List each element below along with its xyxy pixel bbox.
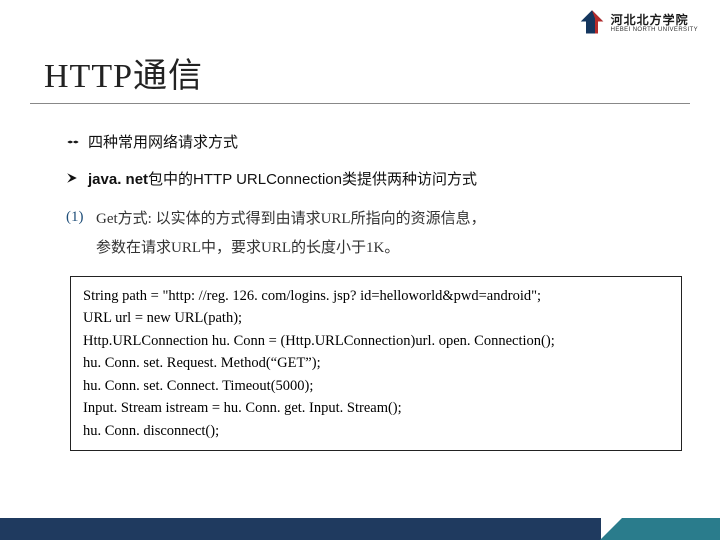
numbered-item-1: (1) Get方式: 以实体的方式得到由请求URL所指向的资源信息， 参数在请求… xyxy=(66,205,690,262)
logo-text: 河北北方学院 HEBEI NORTH UNIVERSITY xyxy=(611,14,698,33)
university-logo: 河北北方学院 HEBEI NORTH UNIVERSITY xyxy=(577,8,698,38)
code-line-6: Input. Stream istream = hu. Conn. get. I… xyxy=(83,397,669,419)
slide-body: 四种常用网络请求方式 java. net包中的HTTP URLConnectio… xyxy=(30,132,690,451)
title-en: HTTP xyxy=(44,58,133,95)
bottom-accent-bar xyxy=(0,518,720,540)
code-line-7: hu. Conn. disconnect(); xyxy=(83,420,669,442)
item-1-line1: Get方式: 以实体的方式得到由请求URL所指向的资源信息， xyxy=(96,211,486,227)
bullet-2-rest: 包中的HTTP URLConnection类提供两种访问方式 xyxy=(148,171,477,188)
arrow-bullet-icon xyxy=(66,169,88,184)
accent-teal xyxy=(600,518,720,540)
code-example-box: String path = "http: //reg. 126. com/log… xyxy=(70,276,682,451)
code-line-3: Http.URLConnection hu. Conn = (Http.URLC… xyxy=(83,330,669,352)
bullet-1-text: 四种常用网络请求方式 xyxy=(88,132,690,155)
bullet-2-text: java. net包中的HTTP URLConnection类提供两种访问方式 xyxy=(88,169,690,192)
logo-mark-icon xyxy=(577,8,607,38)
logo-en: HEBEI NORTH UNIVERSITY xyxy=(611,27,698,33)
item-1-body: Get方式: 以实体的方式得到由请求URL所指向的资源信息， 参数在请求URL中… xyxy=(96,205,690,262)
bullet-row-1: 四种常用网络请求方式 xyxy=(66,132,690,155)
slide: 河北北方学院 HEBEI NORTH UNIVERSITY HTTP通信 四种常… xyxy=(0,0,720,540)
page-title: HTTP通信 xyxy=(44,48,690,97)
code-line-2: URL url = new URL(path); xyxy=(83,307,669,329)
accent-navy xyxy=(0,518,601,540)
bullet-row-2: java. net包中的HTTP URLConnection类提供两种访问方式 xyxy=(66,169,690,192)
code-line-4: hu. Conn. set. Request. Method(“GET”); xyxy=(83,352,669,374)
item-1-number: (1) xyxy=(66,205,96,229)
logo-cn: 河北北方学院 xyxy=(611,14,698,26)
title-cn: 通信 xyxy=(133,57,203,95)
code-line-5: hu. Conn. set. Connect. Timeout(5000); xyxy=(83,375,669,397)
item-1-line2: 参数在请求URL中，要求URL的长度小于1K。 xyxy=(96,234,690,263)
code-line-1: String path = "http: //reg. 126. com/log… xyxy=(83,285,669,307)
title-divider xyxy=(30,103,690,104)
fleuron-bullet-icon xyxy=(66,132,88,149)
bullet-2-bold: java. net xyxy=(88,171,148,188)
